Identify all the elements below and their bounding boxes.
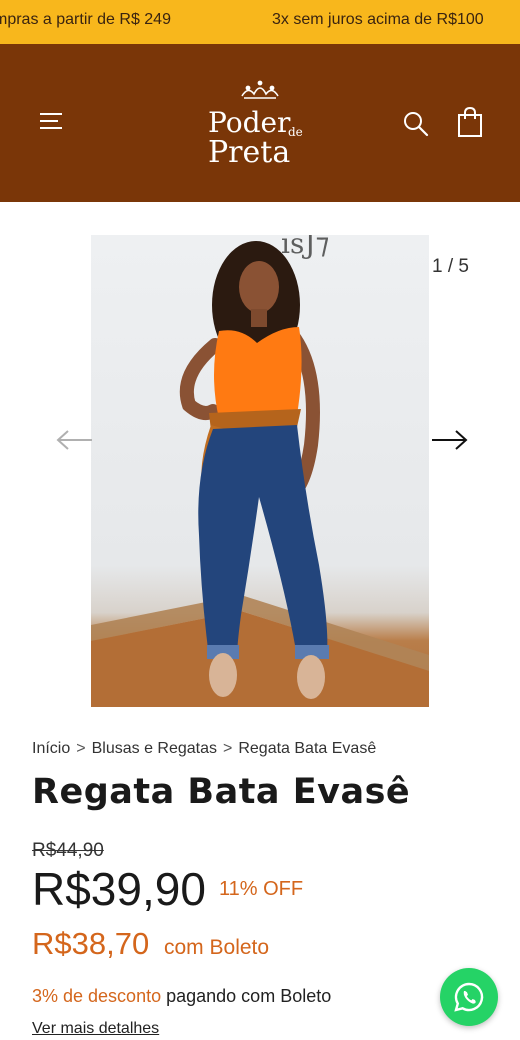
boleto-discount-percent: 3% de desconto bbox=[32, 986, 162, 1006]
current-price: R$39,90 bbox=[32, 863, 206, 915]
shopping-bag-icon[interactable] bbox=[456, 106, 484, 138]
announcement-bar: mpras a partir de R$ 249 3x sem juros ac… bbox=[0, 0, 520, 44]
breadcrumb-current: Regata Bata Evasê bbox=[238, 740, 377, 757]
boleto-price: R$38,70 bbox=[32, 926, 150, 961]
product-title: Regata Bata Evasê bbox=[32, 772, 411, 812]
store-logo[interactable]: Poder de Preta bbox=[200, 80, 320, 170]
product-photo[interactable]: ısJ⁊ bbox=[91, 235, 429, 707]
discount-badge: 11% OFF bbox=[219, 878, 304, 900]
product-gallery: ısJ⁊ 1 / 5 bbox=[0, 202, 520, 722]
gallery-counter: 1 / 5 bbox=[432, 256, 469, 277]
logo-line2: Preta bbox=[208, 135, 290, 170]
menu-icon[interactable] bbox=[36, 108, 66, 132]
breadcrumb-home[interactable]: Início bbox=[32, 740, 70, 757]
more-details-link[interactable]: Ver mais detalhes bbox=[32, 1020, 159, 1038]
search-icon[interactable] bbox=[402, 110, 430, 138]
previous-arrow-icon[interactable] bbox=[54, 428, 96, 452]
svg-text:ısJ⁊: ısJ⁊ bbox=[281, 235, 329, 260]
whatsapp-button[interactable] bbox=[440, 968, 498, 1026]
boleto-label: com Boleto bbox=[164, 936, 270, 959]
announcement-text-installments: 3x sem juros acima de R$100 bbox=[272, 11, 484, 28]
boleto-discount-text: pagando com Boleto bbox=[166, 986, 332, 1006]
breadcrumb: Início > Blusas e Regatas > Regata Bata Evas… bbox=[32, 740, 376, 758]
site-header: Poder de Preta bbox=[0, 44, 520, 202]
announcement-text-free-shipping: mpras a partir de R$ 249 bbox=[0, 11, 171, 28]
breadcrumb-separator: > bbox=[223, 740, 233, 757]
old-price: R$44,90 bbox=[32, 840, 104, 861]
crown-icon bbox=[241, 80, 279, 99]
next-arrow-icon[interactable] bbox=[428, 428, 470, 452]
whatsapp-icon bbox=[454, 982, 484, 1012]
boleto-discount-info: 3% de desconto pagando com Boleto bbox=[32, 986, 331, 1007]
breadcrumb-category[interactable]: Blusas e Regatas bbox=[92, 740, 217, 757]
breadcrumb-separator: > bbox=[76, 740, 86, 757]
